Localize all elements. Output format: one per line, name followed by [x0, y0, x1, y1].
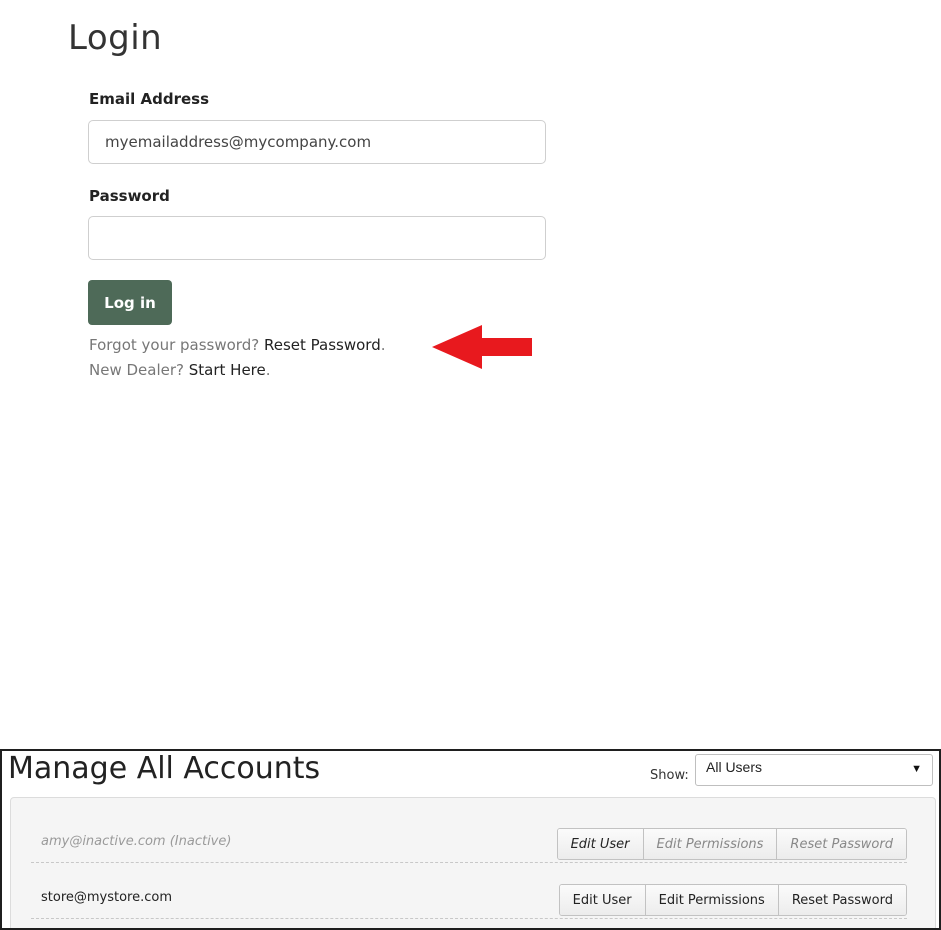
forgot-password-line: Forgot your password? Reset Password. — [89, 336, 386, 354]
reset-password-button[interactable]: Reset Password — [777, 829, 906, 859]
edit-permissions-button[interactable]: Edit Permissions — [645, 885, 779, 915]
account-row: amy@inactive.com (Inactive) Edit User Ed… — [31, 822, 907, 863]
new-dealer-text: New Dealer? — [89, 361, 184, 379]
show-filter-select[interactable]: All Users ▼ — [695, 754, 933, 786]
account-actions: Edit User Edit Permissions Reset Passwor… — [558, 884, 907, 916]
start-here-link[interactable]: Start Here — [189, 361, 266, 379]
dropdown-caret-icon: ▼ — [911, 763, 922, 775]
email-field[interactable] — [88, 120, 546, 164]
edit-user-button[interactable]: Edit User — [559, 885, 646, 915]
red-arrow-icon — [432, 325, 532, 369]
show-filter-value: All Users — [706, 759, 763, 775]
password-label: Password — [89, 187, 170, 205]
edit-permissions-button[interactable]: Edit Permissions — [643, 829, 778, 859]
show-label: Show: — [650, 768, 689, 783]
accounts-list: amy@inactive.com (Inactive) Edit User Ed… — [10, 797, 936, 928]
account-email: store@mystore.com — [41, 890, 173, 905]
password-field[interactable] — [88, 216, 546, 260]
account-row: store@mystore.com Edit User Edit Permiss… — [31, 878, 907, 919]
email-label: Email Address — [89, 90, 210, 108]
new-dealer-suffix: . — [265, 361, 271, 379]
new-dealer-line: New Dealer? Start Here. — [89, 361, 271, 379]
account-email: amy@inactive.com (Inactive) — [41, 834, 232, 849]
forgot-password-text: Forgot your password? — [89, 336, 260, 354]
manage-accounts-panel: Manage All Accounts Show: All Users ▼ am… — [0, 749, 941, 930]
accounts-title: Manage All Accounts — [8, 751, 321, 786]
account-actions: Edit User Edit Permissions Reset Passwor… — [556, 828, 907, 860]
reset-password-link[interactable]: Reset Password — [264, 336, 381, 354]
login-title: Login — [68, 18, 163, 58]
reset-password-button[interactable]: Reset Password — [778, 885, 906, 915]
login-button[interactable]: Log in — [88, 280, 172, 325]
edit-user-button[interactable]: Edit User — [557, 829, 644, 859]
forgot-suffix: . — [380, 336, 386, 354]
